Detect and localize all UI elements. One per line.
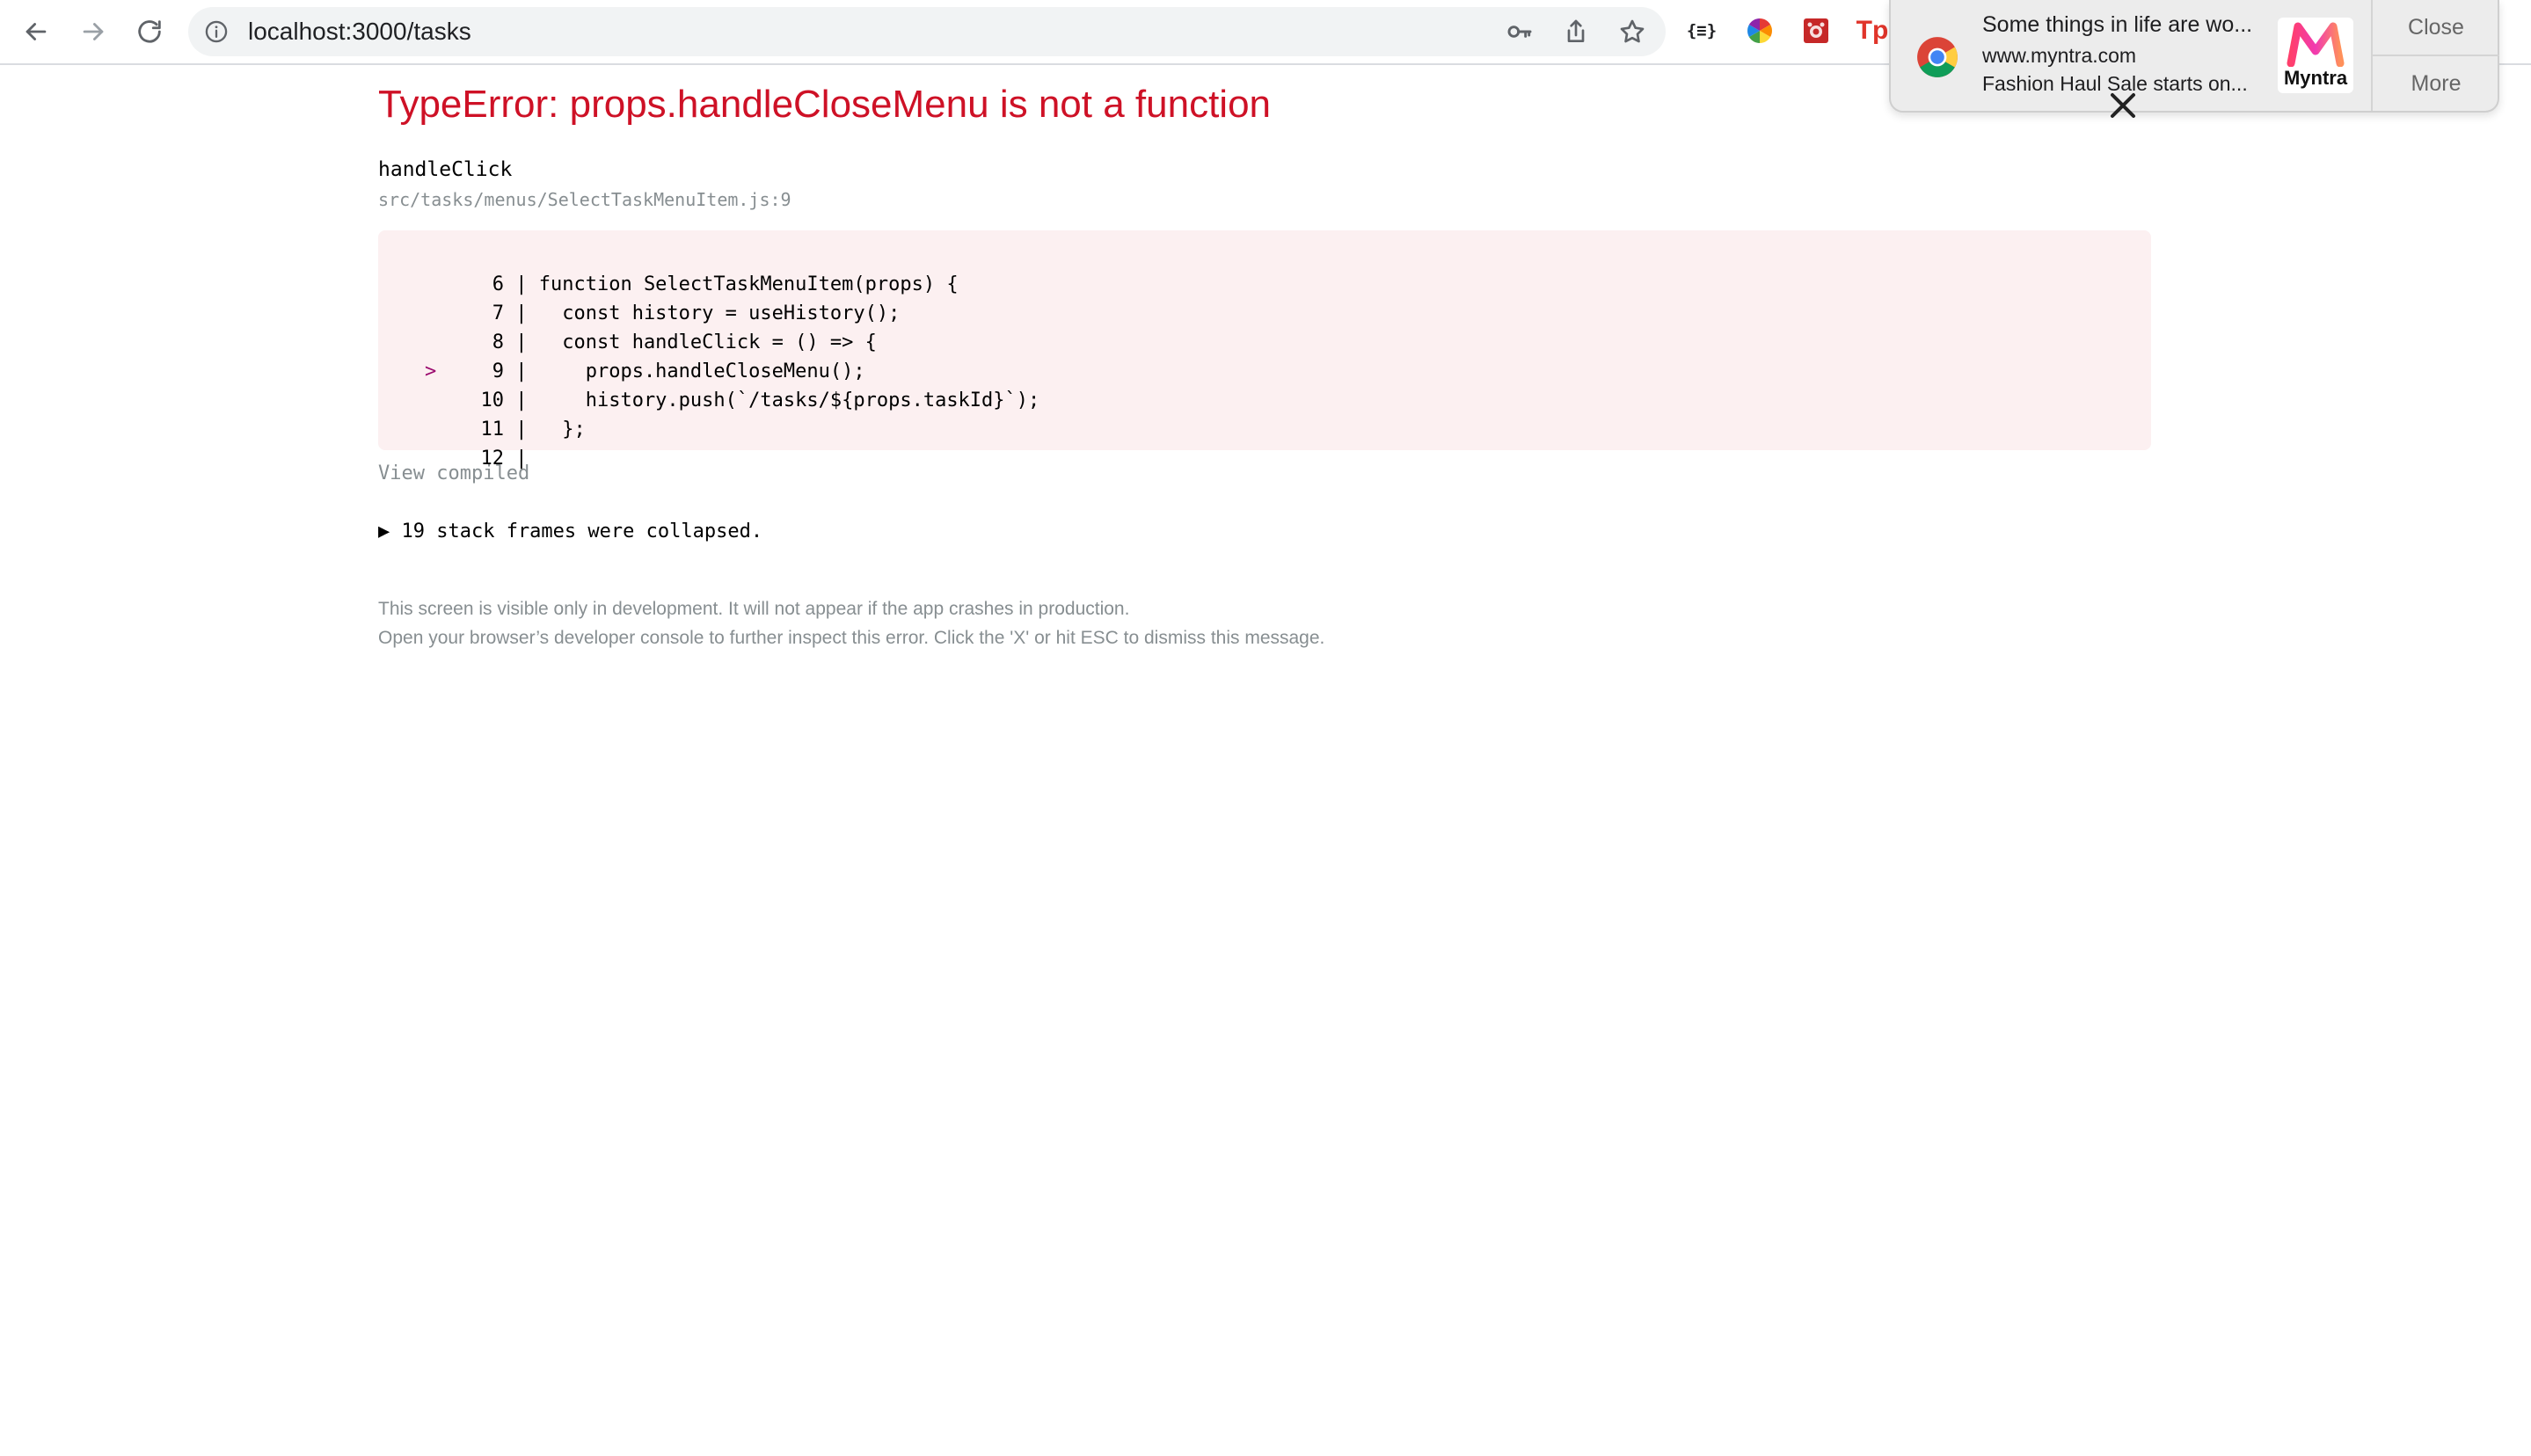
close-icon[interactable] <box>2105 91 2141 121</box>
more-notification-button[interactable]: More <box>2373 55 2499 111</box>
code-line-highlighted: >9 | props.handleCloseMenu(); <box>378 328 865 382</box>
notification-actions: Close More <box>2371 0 2499 111</box>
color-picker-extension-icon[interactable] <box>1745 16 1775 46</box>
forward-button[interactable] <box>74 12 113 51</box>
stack-frame-file[interactable]: src/tasks/menus/SelectTaskMenuItem.js:9 <box>378 189 791 210</box>
bug-icon <box>1804 18 1828 43</box>
key-icon[interactable] <box>1506 18 1534 46</box>
reload-icon <box>138 20 161 43</box>
myntra-m-icon <box>2287 22 2345 67</box>
code-snippet: 6 | function SelectTaskMenuItem(props) {… <box>378 230 2151 470</box>
brand-label: Myntra <box>2283 67 2348 89</box>
error-title: TypeError: props.handleCloseMenu is not … <box>378 83 1272 126</box>
bookmark-star-icon[interactable] <box>1618 18 1646 46</box>
chrome-icon <box>1917 37 1958 77</box>
footer-line-1: This screen is visible only in developme… <box>378 599 1130 619</box>
close-notification-button[interactable]: Close <box>2373 0 2499 55</box>
url-text[interactable]: localhost:3000/tasks <box>248 7 471 56</box>
back-button[interactable] <box>17 12 55 51</box>
json-viewer-extension-icon[interactable]: {≡} <box>1687 16 1717 46</box>
arrow-right-icon <box>83 23 104 40</box>
code-line: 12 | <box>378 415 539 470</box>
share-icon[interactable] <box>1562 18 1590 46</box>
collapsed-stack-frames-toggle[interactable]: ▶ 19 stack frames were collapsed. <box>378 521 762 542</box>
notification-popup[interactable]: Some things in life are wo... www.myntra… <box>1889 0 2499 113</box>
code-line: 10 | history.push(`/tasks/${props.taskId… <box>378 357 1039 411</box>
code-line: 8 | const handleClick = () => { <box>378 299 877 353</box>
view-compiled-link[interactable]: View compiled <box>378 462 529 484</box>
code-line: 6 | function SelectTaskMenuItem(props) { <box>378 241 959 295</box>
stack-frame-function: handleClick <box>378 158 513 181</box>
address-bar[interactable]: localhost:3000/tasks <box>188 7 1666 56</box>
notification-title: Some things in life are wo... <box>1982 12 2253 37</box>
line-code: history.push(`/tasks/${props.taskId}`); <box>538 389 1040 411</box>
footer-line-2: Open your browser’s developer console to… <box>378 628 1325 648</box>
arrow-left-icon <box>26 23 47 40</box>
code-line: 7 | const history = useHistory(); <box>378 270 901 324</box>
myntra-logo: Myntra <box>2278 18 2353 93</box>
notification-site: www.myntra.com <box>1982 44 2137 67</box>
code-line: 11 | }; <box>378 386 585 440</box>
color-wheel-icon <box>1747 18 1772 43</box>
red-extension-icon[interactable] <box>1801 16 1831 46</box>
footer-note: This screen is visible only in developme… <box>378 594 1324 652</box>
info-icon[interactable] <box>204 19 229 44</box>
reload-button[interactable] <box>130 12 169 51</box>
tp-extension-icon[interactable]: Tp <box>1856 16 1889 46</box>
line-code: }; <box>538 419 586 440</box>
